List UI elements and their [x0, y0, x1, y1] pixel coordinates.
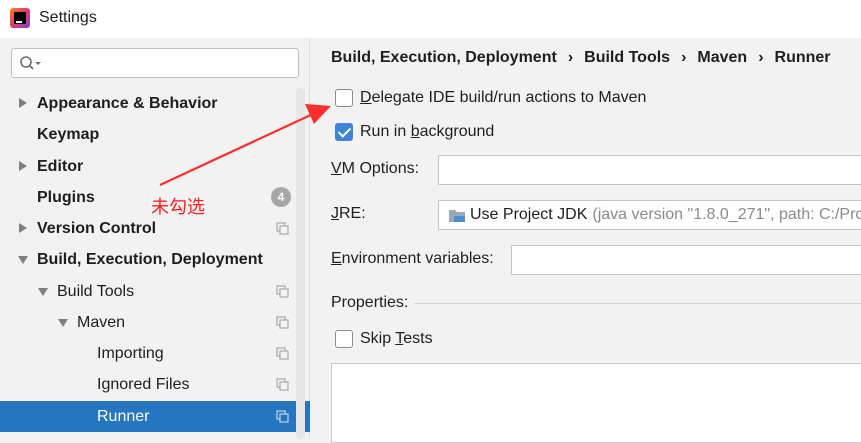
plugins-update-badge: 4 — [271, 187, 291, 207]
search-input[interactable] — [44, 53, 294, 73]
sidebar-item-label: Version Control — [37, 220, 157, 237]
sidebar-item-label: Importing — [97, 345, 164, 362]
chevron-right-icon: › — [681, 49, 687, 66]
jre-detail: (java version "1.8.0_271", path: C:/Prog — [592, 206, 861, 223]
properties-label: Properties: — [331, 294, 409, 311]
breadcrumb-item[interactable]: Build Tools — [584, 49, 670, 67]
collapse-arrow-icon[interactable] — [38, 288, 48, 296]
sidebar-item-ignored-files[interactable]: Ignored Files — [0, 369, 310, 400]
run-in-background-label: Run in background — [360, 123, 495, 140]
settings-sidebar: Appearance & Behavior Keymap Editor Plug… — [0, 38, 310, 439]
jre-value: Use Project JDK (java version "1.8.0_271"… — [470, 201, 861, 229]
sidebar-item-build-execution-deployment[interactable]: Build, Execution, Deployment — [0, 244, 310, 275]
project-settings-icon — [276, 222, 289, 235]
sidebar-scrollbar[interactable] — [296, 88, 305, 439]
collapse-arrow-icon[interactable] — [58, 319, 68, 327]
breadcrumb-item[interactable]: Runner — [775, 49, 831, 67]
checkbox-checked[interactable] — [335, 123, 353, 141]
project-settings-icon — [276, 316, 289, 329]
sidebar-item-importing[interactable]: Importing — [0, 338, 310, 369]
breadcrumb: Build, Execution, Deployment › Build Too… — [331, 48, 831, 68]
title-bar: Settings — [0, 0, 861, 38]
sidebar-item-label: Maven — [77, 314, 126, 331]
project-settings-icon — [276, 378, 289, 391]
sidebar-item-build-tools[interactable]: Build Tools — [0, 276, 310, 307]
sidebar-item-keymap[interactable]: Keymap — [0, 119, 310, 150]
annotation-text: 未勾选 — [151, 197, 205, 218]
project-settings-icon — [276, 285, 289, 298]
sidebar-item-label: Build Tools — [57, 283, 135, 300]
jre-select[interactable]: Use Project JDK (java version "1.8.0_271"… — [438, 200, 861, 230]
sidebar-item-label: Appearance & Behavior — [37, 95, 218, 112]
search-box[interactable] — [11, 48, 299, 78]
jre-label: JRE: — [331, 205, 366, 222]
properties-table[interactable] — [331, 363, 861, 443]
delegate-to-maven-label: Delegate IDE build/run actions to Maven — [360, 89, 647, 106]
chevron-right-icon: › — [758, 49, 764, 66]
expand-arrow-icon[interactable] — [19, 98, 27, 108]
skip-tests-label: Skip Tests — [360, 330, 433, 347]
vm-options-input[interactable] — [438, 155, 861, 185]
project-settings-icon — [276, 347, 289, 360]
run-in-background-checkbox[interactable]: Run in background — [335, 121, 494, 143]
vm-options-label: VM Options: — [331, 160, 420, 177]
collapse-arrow-icon[interactable] — [18, 256, 28, 264]
sidebar-item-maven[interactable]: Maven — [0, 307, 310, 338]
expand-arrow-icon[interactable] — [19, 223, 27, 233]
sidebar-item-appearance-behavior[interactable]: Appearance & Behavior — [0, 88, 310, 119]
breadcrumb-item[interactable]: Build, Execution, Deployment — [331, 49, 557, 67]
sidebar-item-editor[interactable]: Editor — [0, 151, 310, 182]
folder-icon — [449, 210, 465, 222]
properties-divider — [414, 303, 861, 304]
intellij-idea-icon — [10, 8, 30, 28]
sidebar-item-label: Build, Execution, Deployment — [37, 251, 263, 268]
chevron-right-icon: › — [567, 49, 574, 66]
sidebar-item-label: Runner — [97, 408, 150, 425]
project-settings-icon — [276, 410, 289, 423]
checkbox-unchecked[interactable] — [335, 89, 353, 107]
sidebar-item-label: Keymap — [37, 126, 100, 143]
delegate-to-maven-checkbox[interactable]: Delegate IDE build/run actions to Maven — [335, 87, 646, 109]
sidebar-item-runner[interactable]: Runner — [0, 401, 310, 432]
search-icon[interactable] — [19, 55, 43, 71]
window-title: Settings — [39, 9, 97, 26]
breadcrumb-item[interactable]: Maven — [697, 49, 747, 67]
checkbox-unchecked[interactable] — [335, 330, 353, 348]
sidebar-item-label: Ignored Files — [97, 376, 190, 393]
expand-arrow-icon[interactable] — [19, 161, 27, 171]
skip-tests-checkbox[interactable]: Skip Tests — [335, 328, 433, 350]
environment-variables-input[interactable] — [511, 245, 861, 275]
environment-variables-label: Environment variables: — [331, 250, 494, 267]
runner-settings-panel: Build, Execution, Deployment › Build Too… — [311, 38, 861, 443]
sidebar-item-label: Editor — [37, 158, 84, 175]
sidebar-item-label: Plugins — [37, 189, 95, 206]
